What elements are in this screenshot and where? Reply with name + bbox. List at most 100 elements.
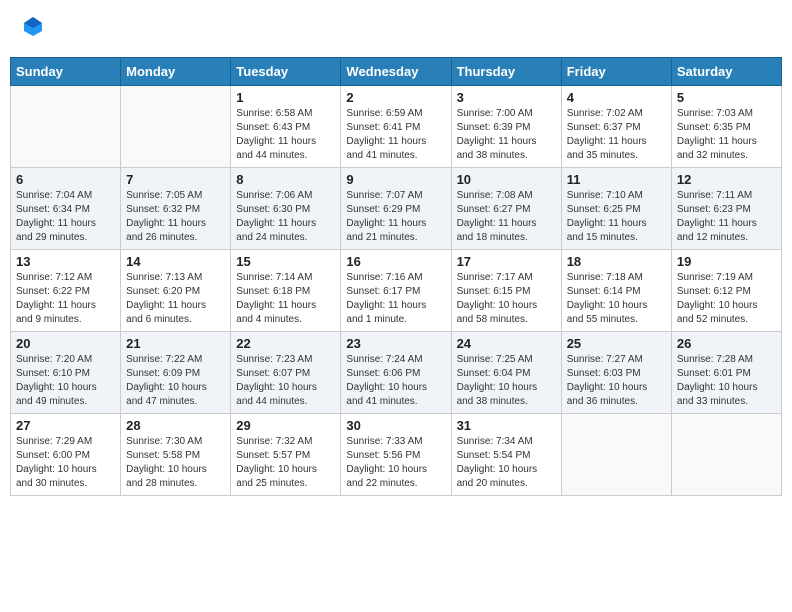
weekday-header-friday: Friday xyxy=(561,57,671,85)
day-info: Sunrise: 7:11 AM Sunset: 6:23 PM Dayligh… xyxy=(677,189,776,245)
calendar-cell: 18 Sunrise: 7:18 AM Sunset: 6:14 PM Dayli… xyxy=(561,249,671,331)
calendar-cell: 21 Sunrise: 7:22 AM Sunset: 6:09 PM Dayli… xyxy=(121,331,231,413)
calendar-cell: 7 Sunrise: 7:05 AM Sunset: 6:32 PM Daylig… xyxy=(121,167,231,249)
calendar-cell xyxy=(11,85,121,167)
day-number: 19 xyxy=(677,254,776,269)
calendar-cell: 29 Sunrise: 7:32 AM Sunset: 5:57 PM Dayli… xyxy=(231,413,341,495)
day-info: Sunrise: 7:28 AM Sunset: 6:01 PM Dayligh… xyxy=(677,353,776,409)
calendar-cell: 9Sunrise: 7:07 AM Sunset: 6:29 PM Daylig… xyxy=(341,167,451,249)
calendar-cell: 27 Sunrise: 7:29 AM Sunset: 6:00 PM Dayli… xyxy=(11,413,121,495)
calendar-week-row: 1 Sunrise: 6:58 AM Sunset: 6:43 PM Daylig… xyxy=(11,85,782,167)
day-info: Sunrise: 7:00 AM Sunset: 6:39 PM Dayligh… xyxy=(457,107,556,163)
day-info: Sunrise: 7:04 AM Sunset: 6:34 PM Dayligh… xyxy=(16,189,115,245)
day-number: 18 xyxy=(567,254,666,269)
day-number: 23 xyxy=(346,336,445,351)
day-number: 10 xyxy=(457,172,556,187)
day-info: Sunrise: 7:03 AM Sunset: 6:35 PM Dayligh… xyxy=(677,107,776,163)
calendar-cell: 12 Sunrise: 7:11 AM Sunset: 6:23 PM Dayli… xyxy=(671,167,781,249)
calendar-cell xyxy=(561,413,671,495)
day-info: Sunrise: 7:32 AM Sunset: 5:57 PM Dayligh… xyxy=(236,435,335,491)
day-number: 12 xyxy=(677,172,776,187)
day-number: 21 xyxy=(126,336,225,351)
day-number: 8 xyxy=(236,172,335,187)
day-info: Sunrise: 7:18 AM Sunset: 6:14 PM Dayligh… xyxy=(567,271,666,327)
day-number: 28 xyxy=(126,418,225,433)
day-number: 26 xyxy=(677,336,776,351)
page-header xyxy=(10,10,782,47)
calendar-cell: 22 Sunrise: 7:23 AM Sunset: 6:07 PM Dayli… xyxy=(231,331,341,413)
calendar-cell: 3 Sunrise: 7:00 AM Sunset: 6:39 PM Daylig… xyxy=(451,85,561,167)
calendar-week-row: 6 Sunrise: 7:04 AM Sunset: 6:34 PM Daylig… xyxy=(11,167,782,249)
calendar-cell: 23 Sunrise: 7:24 AM Sunset: 6:06 PM Dayli… xyxy=(341,331,451,413)
calendar-week-row: 27 Sunrise: 7:29 AM Sunset: 6:00 PM Dayli… xyxy=(11,413,782,495)
day-info: Sunrise: 7:22 AM Sunset: 6:09 PM Dayligh… xyxy=(126,353,225,409)
day-info: Sunrise: 7:05 AM Sunset: 6:32 PM Dayligh… xyxy=(126,189,225,245)
day-number: 2 xyxy=(346,90,445,105)
day-info: Sunrise: 7:10 AM Sunset: 6:25 PM Dayligh… xyxy=(567,189,666,245)
day-number: 15 xyxy=(236,254,335,269)
day-number: 5 xyxy=(677,90,776,105)
calendar-cell: 25 Sunrise: 7:27 AM Sunset: 6:03 PM Dayli… xyxy=(561,331,671,413)
calendar-cell: 6 Sunrise: 7:04 AM Sunset: 6:34 PM Daylig… xyxy=(11,167,121,249)
calendar-cell: 13 Sunrise: 7:12 AM Sunset: 6:22 PM Dayli… xyxy=(11,249,121,331)
calendar-week-row: 20 Sunrise: 7:20 AM Sunset: 6:10 PM Dayli… xyxy=(11,331,782,413)
day-info: Sunrise: 7:12 AM Sunset: 6:22 PM Dayligh… xyxy=(16,271,115,327)
calendar-cell: 24Sunrise: 7:25 AM Sunset: 6:04 PM Dayli… xyxy=(451,331,561,413)
day-number: 1 xyxy=(236,90,335,105)
day-info: Sunrise: 7:08 AM Sunset: 6:27 PM Dayligh… xyxy=(457,189,556,245)
calendar-cell: 1 Sunrise: 6:58 AM Sunset: 6:43 PM Daylig… xyxy=(231,85,341,167)
calendar-cell: 2 Sunrise: 6:59 AM Sunset: 6:41 PM Daylig… xyxy=(341,85,451,167)
day-number: 22 xyxy=(236,336,335,351)
logo-icon xyxy=(22,15,44,37)
calendar-cell: 11 Sunrise: 7:10 AM Sunset: 6:25 PM Dayli… xyxy=(561,167,671,249)
day-info: Sunrise: 7:30 AM Sunset: 5:58 PM Dayligh… xyxy=(126,435,225,491)
day-number: 9 xyxy=(346,172,445,187)
day-number: 25 xyxy=(567,336,666,351)
calendar-cell: 16Sunrise: 7:16 AM Sunset: 6:17 PM Dayli… xyxy=(341,249,451,331)
calendar-week-row: 13 Sunrise: 7:12 AM Sunset: 6:22 PM Dayli… xyxy=(11,249,782,331)
weekday-header-saturday: Saturday xyxy=(671,57,781,85)
day-info: Sunrise: 7:24 AM Sunset: 6:06 PM Dayligh… xyxy=(346,353,445,409)
calendar-table: SundayMondayTuesdayWednesdayThursdayFrid… xyxy=(10,57,782,496)
day-number: 11 xyxy=(567,172,666,187)
day-info: Sunrise: 6:59 AM Sunset: 6:41 PM Dayligh… xyxy=(346,107,445,163)
weekday-header-wednesday: Wednesday xyxy=(341,57,451,85)
calendar-cell: 17 Sunrise: 7:17 AM Sunset: 6:15 PM Dayli… xyxy=(451,249,561,331)
calendar-cell xyxy=(671,413,781,495)
day-number: 29 xyxy=(236,418,335,433)
day-number: 16 xyxy=(346,254,445,269)
logo xyxy=(20,15,44,42)
day-info: Sunrise: 7:20 AM Sunset: 6:10 PM Dayligh… xyxy=(16,353,115,409)
calendar-cell: 19 Sunrise: 7:19 AM Sunset: 6:12 PM Dayli… xyxy=(671,249,781,331)
calendar-cell: 15 Sunrise: 7:14 AM Sunset: 6:18 PM Dayli… xyxy=(231,249,341,331)
weekday-header-thursday: Thursday xyxy=(451,57,561,85)
day-info: Sunrise: 7:27 AM Sunset: 6:03 PM Dayligh… xyxy=(567,353,666,409)
day-number: 17 xyxy=(457,254,556,269)
day-number: 30 xyxy=(346,418,445,433)
day-info: Sunrise: 7:29 AM Sunset: 6:00 PM Dayligh… xyxy=(16,435,115,491)
calendar-cell: 26 Sunrise: 7:28 AM Sunset: 6:01 PM Dayli… xyxy=(671,331,781,413)
calendar-cell: 30Sunrise: 7:33 AM Sunset: 5:56 PM Dayli… xyxy=(341,413,451,495)
day-number: 13 xyxy=(16,254,115,269)
day-info: Sunrise: 7:23 AM Sunset: 6:07 PM Dayligh… xyxy=(236,353,335,409)
calendar-cell: 28 Sunrise: 7:30 AM Sunset: 5:58 PM Dayli… xyxy=(121,413,231,495)
calendar-cell: 31Sunrise: 7:34 AM Sunset: 5:54 PM Dayli… xyxy=(451,413,561,495)
day-info: Sunrise: 7:02 AM Sunset: 6:37 PM Dayligh… xyxy=(567,107,666,163)
day-info: Sunrise: 7:14 AM Sunset: 6:18 PM Dayligh… xyxy=(236,271,335,327)
calendar-cell: 4Sunrise: 7:02 AM Sunset: 6:37 PM Daylig… xyxy=(561,85,671,167)
day-number: 27 xyxy=(16,418,115,433)
day-info: Sunrise: 6:58 AM Sunset: 6:43 PM Dayligh… xyxy=(236,107,335,163)
weekday-header-sunday: Sunday xyxy=(11,57,121,85)
day-number: 14 xyxy=(126,254,225,269)
weekday-header-monday: Monday xyxy=(121,57,231,85)
day-info: Sunrise: 7:19 AM Sunset: 6:12 PM Dayligh… xyxy=(677,271,776,327)
calendar-cell: 10 Sunrise: 7:08 AM Sunset: 6:27 PM Dayli… xyxy=(451,167,561,249)
calendar-cell xyxy=(121,85,231,167)
day-number: 7 xyxy=(126,172,225,187)
day-info: Sunrise: 7:13 AM Sunset: 6:20 PM Dayligh… xyxy=(126,271,225,327)
day-number: 20 xyxy=(16,336,115,351)
day-number: 3 xyxy=(457,90,556,105)
day-info: Sunrise: 7:06 AM Sunset: 6:30 PM Dayligh… xyxy=(236,189,335,245)
day-info: Sunrise: 7:17 AM Sunset: 6:15 PM Dayligh… xyxy=(457,271,556,327)
day-number: 6 xyxy=(16,172,115,187)
